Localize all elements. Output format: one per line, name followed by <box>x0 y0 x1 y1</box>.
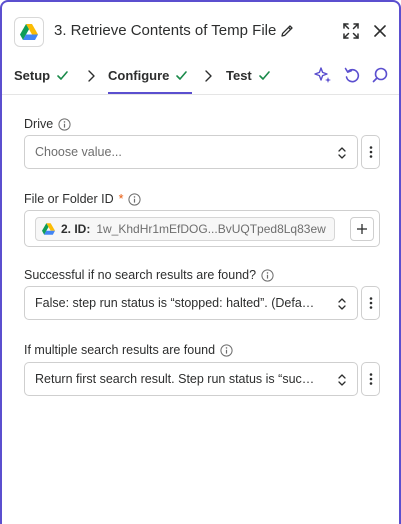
google-drive-icon <box>42 223 55 235</box>
tab-setup[interactable]: Setup <box>14 68 69 83</box>
tab-label: Configure <box>108 68 170 83</box>
step-title: 3. Retrieve Contents of Temp File <box>54 22 277 39</box>
no-results-value: False: step run status is “stopped: halt… <box>35 296 315 310</box>
no-results-label: Successful if no search results are foun… <box>24 268 274 282</box>
panel-header: 3. Retrieve Contents of Temp File <box>2 2 399 58</box>
drive-label-text: Drive <box>24 117 54 131</box>
step-tabs: Setup Configure Test <box>2 58 399 95</box>
tab-label: Setup <box>14 68 51 83</box>
search-icon[interactable] <box>371 66 389 84</box>
undo-icon[interactable] <box>343 66 361 84</box>
kebab-icon <box>369 146 372 158</box>
expand-icon[interactable] <box>342 22 360 40</box>
tab-label: Test <box>226 68 252 83</box>
no-results-label-text: Successful if no search results are foun… <box>24 268 257 282</box>
no-results-select[interactable]: False: step run status is “stopped: halt… <box>24 286 358 320</box>
multiple-results-more-button[interactable] <box>361 362 380 396</box>
chevron-right-icon <box>88 70 95 82</box>
close-icon[interactable] <box>371 22 389 40</box>
drive-select[interactable]: Choose value... <box>24 135 358 169</box>
info-icon[interactable] <box>128 192 142 206</box>
tab-test[interactable]: Test <box>226 68 271 83</box>
multiple-results-select[interactable]: Return first search result. Step run sta… <box>24 362 358 396</box>
multiple-results-value: Return first search result. Step run sta… <box>35 372 315 386</box>
token-step: 2. ID: <box>61 222 91 236</box>
drive-more-button[interactable] <box>361 135 380 169</box>
file-id-label-text: File or Folder ID <box>24 192 114 206</box>
drive-label: Drive <box>24 117 71 131</box>
tab-configure[interactable]: Configure <box>108 68 188 83</box>
multiple-results-label: If multiple search results are found <box>24 343 233 357</box>
check-icon <box>57 71 68 80</box>
check-icon <box>258 71 270 80</box>
kebab-icon <box>369 297 372 309</box>
mapped-field-token[interactable]: 2. ID: 1w_KhdHr1mEfDOG...BvUQTped8Lq83ew <box>35 217 335 241</box>
insert-data-button[interactable] <box>350 217 374 241</box>
no-results-more-button[interactable] <box>361 286 380 320</box>
select-arrows-icon <box>338 147 346 159</box>
ai-sparkle-icon[interactable] <box>314 66 332 84</box>
info-icon[interactable] <box>261 268 274 282</box>
token-value: 1w_KhdHr1mEfDOG...BvUQTped8Lq83ew <box>96 222 326 236</box>
file-id-input[interactable]: 2. ID: 1w_KhdHr1mEfDOG...BvUQTped8Lq83ew <box>24 210 380 247</box>
chevron-right-icon <box>205 70 212 82</box>
kebab-icon <box>369 373 372 385</box>
check-icon <box>176 71 188 80</box>
select-arrows-icon <box>338 374 346 386</box>
multiple-results-label-text: If multiple search results are found <box>24 343 216 357</box>
select-arrows-icon <box>338 298 346 310</box>
active-tab-indicator <box>108 92 192 94</box>
required-marker: * <box>118 192 124 206</box>
pencil-icon[interactable] <box>279 23 295 39</box>
google-drive-icon <box>14 17 44 47</box>
info-icon[interactable] <box>58 117 71 131</box>
info-icon[interactable] <box>220 343 233 357</box>
file-id-label: File or Folder ID * <box>24 192 142 206</box>
plus-icon <box>357 224 367 234</box>
drive-placeholder: Choose value... <box>35 145 122 159</box>
step-editor-panel: 3. Retrieve Contents of Temp File Setup <box>0 0 401 524</box>
